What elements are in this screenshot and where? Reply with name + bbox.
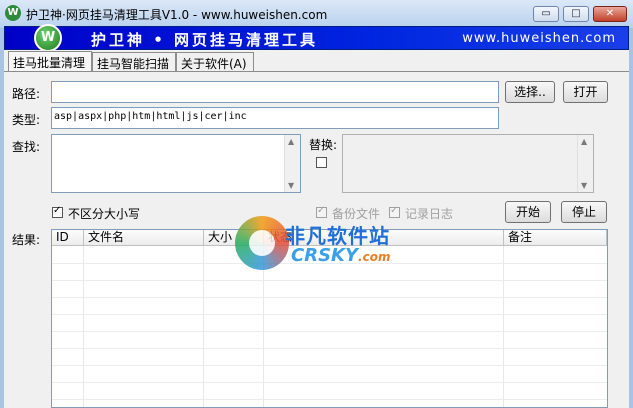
close-button[interactable]: ✕ [593, 6, 627, 22]
grid-line [52, 399, 607, 400]
minimize-button[interactable]: ▭ [533, 6, 559, 22]
stop-button[interactable]: 停止 [561, 201, 607, 223]
find-textarea[interactable]: ▲ ▼ [51, 134, 301, 193]
replace-textarea[interactable]: ▲ ▼ [342, 134, 594, 193]
case-insensitive-label: 不区分大小写 [68, 207, 141, 221]
check-icon: ✓ [53, 205, 62, 216]
result-label: 结果: [12, 233, 41, 247]
grid-line [52, 365, 607, 366]
app-banner: W 护卫神 • 网页挂马清理工具 www.huweishen.com [4, 24, 629, 52]
type-label: 类型: [12, 113, 41, 127]
tab-smart-scan[interactable]: 挂马智能扫描 [92, 52, 176, 71]
grid-line [52, 314, 607, 315]
maximize-button[interactable]: □ [563, 6, 589, 22]
tab-batch-clean[interactable]: 挂马批量清理 [8, 51, 92, 72]
grid-line [52, 280, 607, 281]
column-header-id[interactable]: ID [52, 230, 84, 246]
replace-checkbox[interactable] [316, 157, 327, 168]
find-scrollbar[interactable]: ▲ ▼ [284, 135, 300, 192]
tab-about[interactable]: 关于软件(A) [176, 52, 254, 71]
tab-divider [4, 71, 629, 72]
watermark: 非凡软件站 CRSKY.com [235, 214, 397, 272]
app-window: W 护卫神·网页挂马清理工具V1.0 - www.huweishen.com ▭… [0, 0, 633, 408]
watermark-en: CRSKY.com [291, 245, 390, 266]
log-label: 记录日志 [405, 207, 454, 221]
watermark-en-text: CRSKY [291, 245, 359, 266]
type-value: asp|aspx|php|htm|html|js|cer|inc [54, 111, 247, 122]
scroll-up-icon[interactable]: ▲ [288, 137, 294, 146]
banner-url: www.huweishen.com [462, 31, 616, 46]
window-title: 护卫神·网页挂马清理工具V1.0 - www.huweishen.com [26, 8, 328, 22]
grid-line [52, 348, 607, 349]
grid-line [52, 382, 607, 383]
replace-label: 替换: [309, 138, 338, 152]
banner-title: 护卫神 • 网页挂马清理工具 [91, 31, 319, 49]
type-input[interactable]: asp|aspx|php|htm|html|js|cer|inc [51, 107, 499, 129]
title-bar[interactable]: W 护卫神·网页挂马清理工具V1.0 - www.huweishen.com ▭… [0, 0, 633, 28]
app-icon: W [5, 5, 21, 21]
replace-scrollbar[interactable]: ▲ ▼ [577, 135, 593, 192]
path-input[interactable] [51, 81, 499, 103]
scroll-down-icon[interactable]: ▼ [288, 181, 294, 190]
case-insensitive-checkbox[interactable]: ✓ [52, 205, 63, 218]
watermark-suffix: .com [358, 250, 391, 264]
watermark-logo-icon [235, 216, 289, 270]
select-button[interactable]: 选择.. [505, 81, 555, 103]
column-header-filename[interactable]: 文件名 [84, 230, 204, 246]
logo-icon: W [34, 24, 62, 52]
open-button[interactable]: 打开 [563, 81, 608, 103]
column-header-notes[interactable]: 备注 [504, 230, 607, 246]
scroll-up-icon[interactable]: ▲ [581, 137, 587, 146]
grid-line [52, 297, 607, 298]
path-label: 路径: [12, 87, 41, 101]
scroll-down-icon[interactable]: ▼ [581, 181, 587, 190]
start-button[interactable]: 开始 [505, 201, 551, 223]
find-label: 查找: [12, 140, 41, 154]
grid-line [52, 331, 607, 332]
